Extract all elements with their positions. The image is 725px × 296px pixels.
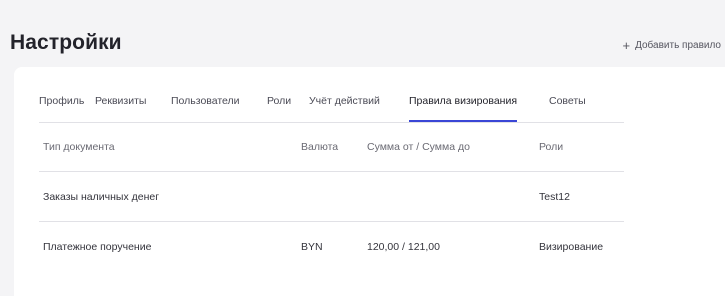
plus-icon: + — [622, 37, 631, 53]
cell-currency: BYN — [301, 241, 323, 253]
add-rule-label: Добавить правило — [635, 40, 721, 51]
tab-profile[interactable]: Профиль — [39, 95, 84, 122]
tab-users[interactable]: Пользователи — [171, 95, 240, 122]
tab-requisites[interactable]: Реквизиты — [95, 95, 146, 122]
cell-roles: Визирование — [539, 241, 604, 253]
cell-roles: Test12 — [539, 190, 570, 203]
column-header-amount-range[interactable]: Сумма от / Сумма до — [367, 141, 470, 153]
settings-page: Настройки + Добавить правило Профиль Рек… — [0, 0, 725, 296]
table-row[interactable]: Платежное поручение BYN 120,00 / 121,00 … — [39, 222, 624, 272]
tab-roles[interactable]: Роли — [267, 95, 291, 122]
settings-tabs: Профиль Реквизиты Пользователи Роли Учёт… — [39, 95, 624, 123]
settings-card: Профиль Реквизиты Пользователи Роли Учёт… — [14, 67, 725, 296]
cell-amount-range: 120,00 / 121,00 — [367, 241, 440, 253]
tab-approval-rules[interactable]: Правила визирования — [409, 95, 518, 122]
table-header-row: Тип документа Валюта Сумма от / Сумма до… — [39, 123, 624, 172]
add-rule-button[interactable]: + Добавить правило — [622, 37, 721, 53]
cell-document-type: Платежное поручение — [43, 241, 152, 253]
tab-tips[interactable]: Советы — [549, 95, 586, 122]
page-title: Настройки — [10, 31, 122, 54]
column-header-currency[interactable]: Валюта — [301, 141, 338, 153]
column-header-roles[interactable]: Роли — [539, 141, 563, 153]
tab-action-log[interactable]: Учёт действий — [309, 95, 380, 122]
cell-document-type: Заказы наличных денег — [43, 190, 160, 203]
approval-rules-table: Тип документа Валюта Сумма от / Сумма до… — [39, 123, 624, 272]
table-row[interactable]: Заказы наличных денег Test12 — [39, 172, 624, 222]
column-header-document-type[interactable]: Тип документа — [43, 141, 115, 153]
